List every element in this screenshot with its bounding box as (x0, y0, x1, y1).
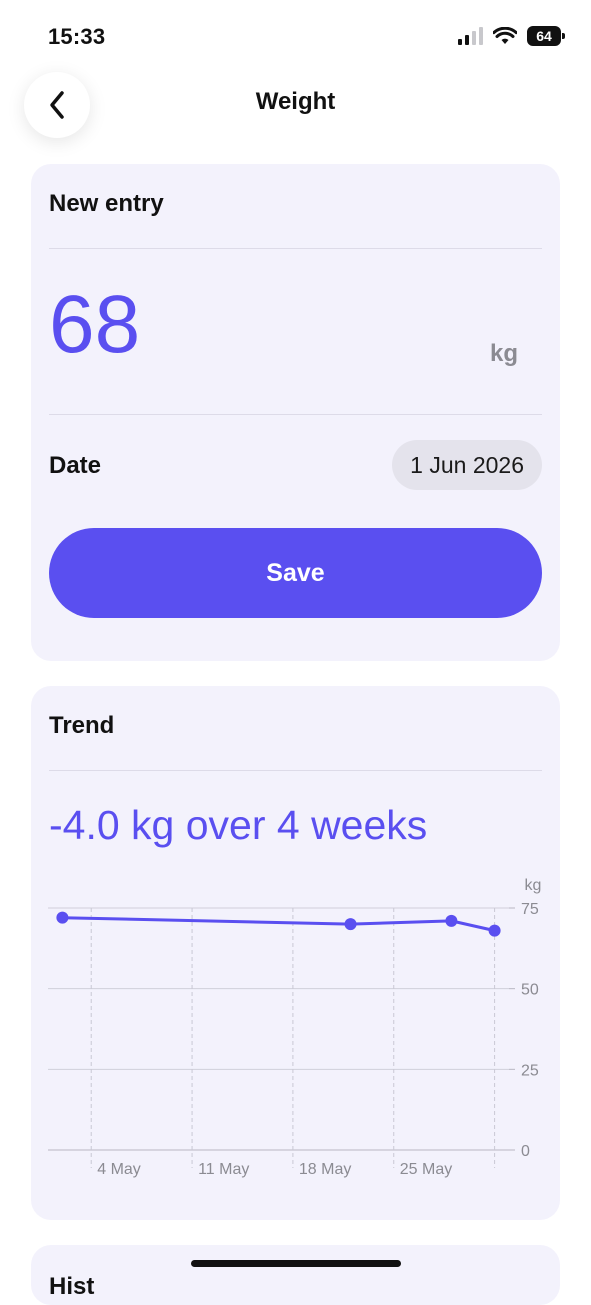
wifi-icon (493, 27, 517, 44)
y-tick-label: 75 (521, 901, 539, 918)
status-bar: 15:33 64 (0, 0, 591, 72)
status-icons: 64 (458, 26, 565, 46)
history-title: Hist (49, 1273, 95, 1300)
divider (49, 414, 542, 415)
data-point (445, 914, 458, 927)
weight-unit: kg (489, 340, 518, 367)
page-title: Weight (255, 88, 336, 115)
y-tick-label: 50 (521, 982, 539, 999)
x-tick-label: 18 May (299, 1161, 351, 1178)
date-label: Date (49, 452, 102, 479)
y-axis-unit: kg (525, 877, 542, 894)
series-line (62, 916, 495, 933)
save-button[interactable]: Save (49, 528, 542, 618)
data-point (56, 911, 69, 924)
x-tick-label: 25 May (400, 1161, 452, 1178)
history-card: Hist (31, 1245, 560, 1305)
trend-chart: kg 75 50 25 0 4 May 11 May 18 May 25 May (48, 877, 542, 1178)
weight-input[interactable]: 68 (49, 284, 140, 366)
x-tick-label: 4 May (97, 1161, 141, 1178)
battery-icon: 64 (527, 26, 565, 46)
status-time: 15:33 (48, 24, 106, 49)
data-point (488, 924, 501, 937)
cellular-signal-icon (458, 27, 483, 45)
y-tick-label: 25 (521, 1062, 539, 1079)
new-entry-card: New entry 68 kg Date 1 Jun 2026 Save (31, 164, 560, 661)
divider (49, 248, 542, 249)
new-entry-title: New entry (49, 190, 164, 217)
trend-title: Trend (49, 712, 115, 739)
divider (49, 770, 542, 771)
data-point (344, 918, 357, 931)
home-indicator (191, 1260, 401, 1267)
x-tick-label: 11 May (198, 1161, 249, 1178)
trend-card: Trend -4.0 kg over 4 weeks kg 75 50 25 0 4 Ma… (31, 686, 560, 1220)
date-picker-button[interactable]: 1 Jun 2026 (392, 440, 542, 490)
trend-summary: -4.0 kg over 4 weeks (49, 802, 428, 848)
y-tick-label: 0 (521, 1143, 530, 1160)
